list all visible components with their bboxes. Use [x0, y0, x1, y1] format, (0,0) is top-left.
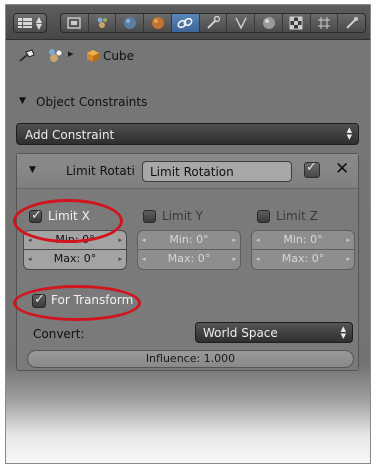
constraint-type-label: Limit Rotati [66, 164, 135, 178]
influence-slider[interactable]: Influence: 1.000 [27, 350, 354, 368]
limit-y-min-value: Min: 0° [169, 233, 209, 246]
checkmark-icon: ✓ [306, 160, 317, 175]
arrow-right-icon: ▸ [346, 255, 350, 263]
arrow-left-icon: ◂ [256, 255, 260, 263]
breadcrumb-object-label: Cube [103, 49, 134, 63]
limit-y-checkbox[interactable] [143, 210, 156, 223]
tab-particles[interactable] [311, 14, 339, 32]
arrow-left-icon: ◂ [256, 236, 260, 244]
tab-physics[interactable] [338, 14, 365, 32]
convert-label: Convert: [33, 327, 85, 341]
limit-z-max-value: Max: 0° [281, 252, 325, 265]
physics-icon [345, 17, 358, 29]
chevron-updown-icon: ▲ ▼ [340, 325, 346, 340]
limit-y-max-field[interactable]: ◂ Max: 0° ▸ [137, 250, 241, 270]
checkmark-icon: ✓ [34, 292, 45, 307]
limit-z-min-value: Min: 0° [283, 233, 323, 246]
limit-y-label: Limit Y [162, 209, 203, 223]
limit-x-max-value: Max: 0° [53, 252, 97, 265]
arrow-right-icon: ▸ [346, 236, 350, 244]
chevron-right-icon: ▸ [68, 47, 74, 60]
object-constraints-panel-header[interactable]: ▼ Object Constraints [6, 91, 370, 113]
properties-editor: ▲ ▼ ▸ Cube ▼ Object Constraints Add Cons… [5, 4, 371, 464]
scene-icon [97, 17, 108, 28]
vertex-data-icon [235, 17, 247, 30]
arrow-left-icon: ◂ [28, 236, 32, 244]
properties-editor-icon [18, 18, 32, 28]
tab-scene[interactable] [89, 14, 117, 32]
context-tabs [60, 13, 366, 33]
tab-modifiers[interactable] [200, 14, 228, 32]
cube-icon [87, 50, 99, 62]
triangle-down-icon[interactable]: ▼ [29, 165, 36, 175]
limit-x-checkbox[interactable]: ✓ [29, 208, 42, 223]
constraint-link-icon [177, 17, 193, 29]
arrow-left-icon: ◂ [142, 236, 146, 244]
tab-object-constraints[interactable] [171, 14, 200, 32]
tab-world[interactable] [116, 14, 145, 32]
wrench-modifier-icon [207, 16, 221, 29]
world-icon [123, 17, 136, 29]
triangle-down-icon: ▼ [19, 96, 26, 106]
particles-icon [317, 17, 330, 29]
breadcrumb: ▸ Cube [6, 40, 370, 70]
add-constraint-label: Add Constraint [25, 128, 115, 142]
arrow-right-icon: ▸ [232, 236, 236, 244]
convert-space-value: World Space [203, 326, 278, 340]
limit-x-label: Limit X [48, 209, 90, 223]
tab-data[interactable] [227, 14, 256, 32]
tab-texture[interactable] [283, 14, 311, 32]
convert-space-dropdown[interactable]: World Space ▲ ▼ [195, 322, 353, 343]
chevron-updown-icon: ▲ ▼ [35, 15, 42, 31]
limit-x-max-field[interactable]: ◂ Max: 0° ▸ [23, 250, 127, 270]
limit-y-min-field[interactable]: ◂ Min: 0° ▸ [137, 230, 241, 250]
limit-y-max-value: Max: 0° [167, 252, 211, 265]
tab-material[interactable] [255, 14, 283, 32]
chevron-updown-icon: ▲ ▼ [346, 126, 352, 141]
properties-header: ▲ ▼ [6, 5, 370, 40]
tab-render[interactable] [61, 14, 89, 32]
tab-object[interactable] [144, 14, 172, 32]
arrow-left-icon: ◂ [142, 255, 146, 263]
add-constraint-dropdown[interactable]: Add Constraint ▲ ▼ [16, 123, 359, 145]
constraint-enable-checkbox[interactable]: ✓ [304, 160, 320, 178]
limit-z-label: Limit Z [276, 209, 318, 223]
arrow-right-icon: ▸ [232, 255, 236, 263]
arrow-right-icon: ▸ [118, 255, 122, 263]
object-icon [151, 17, 164, 29]
checkmark-icon: ✓ [31, 208, 42, 223]
texture-icon [289, 16, 303, 30]
for-transform-checkbox[interactable]: ✓ [32, 292, 46, 308]
arrow-right-icon: ▸ [118, 236, 122, 244]
material-icon [262, 17, 275, 29]
panel-title: Object Constraints [36, 95, 148, 109]
arrow-left-icon: ◂ [28, 255, 32, 263]
limit-x-min-field[interactable]: ◂ Min: 0° ▸ [23, 230, 127, 250]
limit-x-min-value: Min: 0° [55, 233, 95, 246]
constraint-header: ▼ Limit Rotati Limit Rotation ✓ ✕ [17, 154, 358, 189]
pin-icon[interactable] [18, 49, 36, 63]
limit-z-checkbox[interactable] [257, 210, 270, 223]
render-icon [67, 17, 82, 29]
constraint-name-field[interactable]: Limit Rotation [142, 161, 292, 182]
close-icon[interactable]: ✕ [335, 159, 349, 179]
editor-type-menu[interactable]: ▲ ▼ [13, 13, 47, 33]
scene-icon [49, 49, 62, 62]
limit-rotation-constraint: ▼ Limit Rotati Limit Rotation ✓ ✕ ✓ Limi… [16, 153, 359, 371]
for-transform-label: For Transform [51, 293, 134, 307]
limit-z-min-field[interactable]: ◂ Min: 0° ▸ [251, 230, 355, 250]
limit-z-max-field[interactable]: ◂ Max: 0° ▸ [251, 250, 355, 270]
